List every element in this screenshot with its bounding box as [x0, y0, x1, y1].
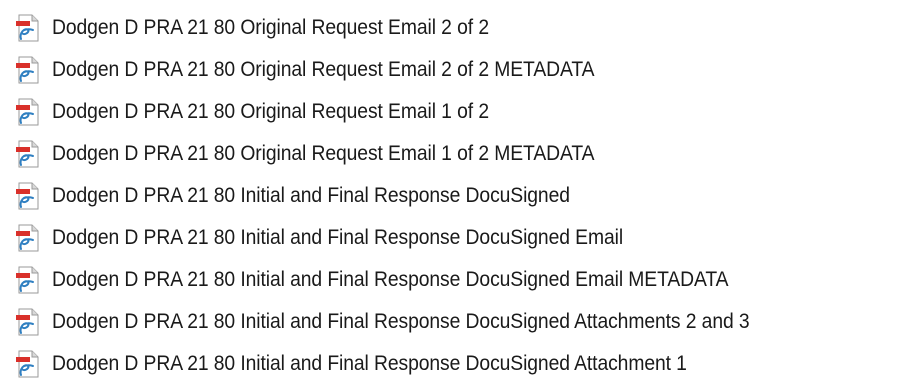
file-name: Dodgen D PRA 21 80 Original Request Emai…: [52, 100, 489, 123]
file-name: Dodgen D PRA 21 80 Original Request Emai…: [52, 58, 595, 81]
file-name: Dodgen D PRA 21 80 Original Request Emai…: [52, 16, 489, 39]
pdf-file-icon: [16, 350, 39, 378]
pdf-file-icon: [16, 56, 39, 84]
file-name: Dodgen D PRA 21 80 Initial and Final Res…: [52, 184, 570, 207]
file-name: Dodgen D PRA 21 80 Initial and Final Res…: [52, 310, 750, 333]
pdf-file-icon: [16, 224, 39, 252]
file-row[interactable]: Dodgen D PRA 21 80 Initial and Final Res…: [0, 175, 899, 217]
pdf-file-icon: [16, 266, 39, 294]
file-name: Dodgen D PRA 21 80 Initial and Final Res…: [52, 268, 729, 291]
file-row[interactable]: Dodgen D PRA 21 80 Original Request Emai…: [0, 91, 899, 133]
file-row[interactable]: Dodgen D PRA 21 80 Original Request Emai…: [0, 49, 899, 91]
file-row[interactable]: Dodgen D PRA 21 80 Initial and Final Res…: [0, 217, 899, 259]
file-row[interactable]: Dodgen D PRA 21 80 Initial and Final Res…: [0, 301, 899, 343]
file-name: Dodgen D PRA 21 80 Initial and Final Res…: [52, 226, 624, 249]
file-row[interactable]: Dodgen D PRA 21 80 Initial and Final Res…: [0, 343, 899, 385]
file-name: Dodgen D PRA 21 80 Initial and Final Res…: [52, 352, 687, 375]
pdf-file-icon: [16, 182, 39, 210]
file-name: Dodgen D PRA 21 80 Original Request Emai…: [52, 142, 595, 165]
file-row[interactable]: Dodgen D PRA 21 80 Original Request Emai…: [0, 7, 899, 49]
file-row[interactable]: Dodgen D PRA 21 80 Initial and Final Res…: [0, 259, 899, 301]
pdf-file-icon: [16, 98, 39, 126]
file-row[interactable]: Dodgen D PRA 21 80 Original Request Emai…: [0, 133, 899, 175]
pdf-file-icon: [16, 308, 39, 336]
pdf-file-icon: [16, 14, 39, 42]
pdf-file-icon: [16, 140, 39, 168]
file-list: Dodgen D PRA 21 80 Original Request Emai…: [0, 7, 899, 385]
